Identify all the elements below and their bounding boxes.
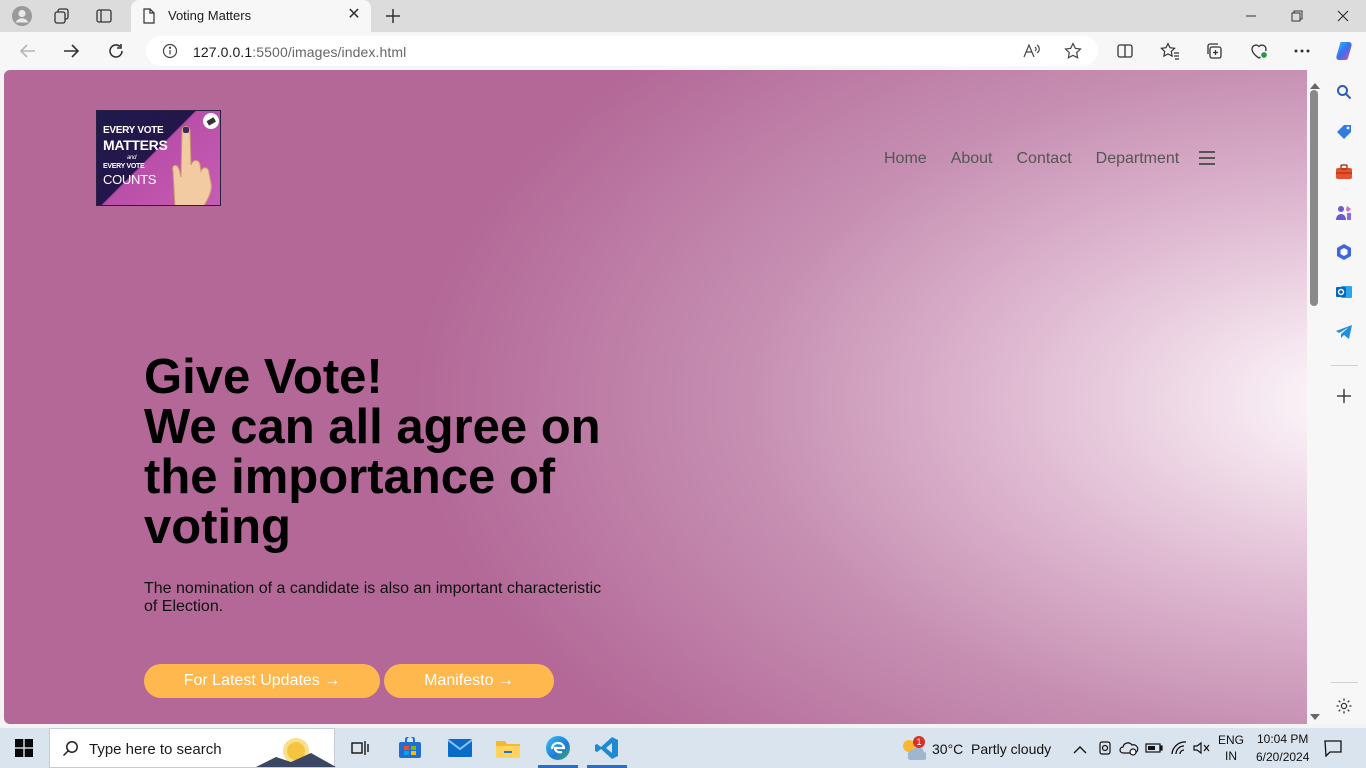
search-placeholder: Type here to search xyxy=(89,741,222,758)
wifi-icon[interactable] xyxy=(1170,740,1188,761)
back-icon[interactable] xyxy=(14,37,42,65)
voting-machine-icon xyxy=(203,113,219,129)
hero-title-line: Give Vote! xyxy=(144,350,383,404)
read-aloud-icon[interactable] xyxy=(1023,43,1041,64)
shopping-tag-icon[interactable] xyxy=(1334,122,1354,142)
microsoft-365-icon[interactable] xyxy=(1334,242,1354,262)
restore-button[interactable] xyxy=(1274,0,1320,32)
hero-title: Give Vote! We can all agree on the impor… xyxy=(144,352,664,552)
address-bar[interactable]: 127.0.0.1:5500/images/index.html xyxy=(146,36,1098,66)
url-path: :5500/images/index.html xyxy=(252,44,407,60)
windows-taskbar: Type here to search 1 30°C Partly cloudy xyxy=(0,728,1366,768)
file-explorer-icon[interactable] xyxy=(484,728,532,768)
hero-subtitle: The nomination of a candidate is also an… xyxy=(144,580,602,615)
logo-text-line: and xyxy=(127,155,137,161)
tab-actions-icon[interactable] xyxy=(92,4,116,28)
notifications-icon[interactable] xyxy=(1324,739,1342,762)
games-icon[interactable] xyxy=(1334,202,1354,222)
language-bottom[interactable]: IN xyxy=(1225,749,1237,763)
weather-temperature[interactable]: 30°C xyxy=(932,741,963,757)
copilot-icon[interactable] xyxy=(1330,37,1358,65)
close-window-button[interactable] xyxy=(1320,0,1366,32)
nav-home[interactable]: Home xyxy=(884,150,927,168)
search-highlight-image xyxy=(256,731,336,767)
browser-essentials-icon[interactable] xyxy=(1245,37,1273,65)
nav-department[interactable]: Department xyxy=(1096,150,1180,168)
scroll-down-icon[interactable] xyxy=(1310,707,1320,725)
windows-start-icon[interactable] xyxy=(0,728,48,768)
nav-contact[interactable]: Contact xyxy=(1017,150,1072,168)
site-info-icon[interactable] xyxy=(162,43,178,64)
collections-icon[interactable] xyxy=(1200,37,1228,65)
url-host: 127.0.0.1 xyxy=(193,44,253,60)
latest-updates-button[interactable]: For Latest Updates → xyxy=(144,664,380,698)
hero-title-line: the importance of xyxy=(144,450,556,504)
close-tab-icon[interactable]: ✕ xyxy=(345,6,363,24)
show-hidden-icons-chevron-icon[interactable] xyxy=(1073,742,1087,760)
search-icon xyxy=(62,740,79,762)
meet-now-icon[interactable] xyxy=(1098,740,1112,761)
new-tab-icon[interactable] xyxy=(381,4,405,28)
sidebar-settings-gear-icon[interactable] xyxy=(1334,696,1354,716)
browser-toolbar: 127.0.0.1:5500/images/index.html xyxy=(0,32,1366,70)
logo-text-line: EVERY VOTE xyxy=(103,163,145,170)
mail-icon[interactable] xyxy=(436,728,484,768)
weather-description[interactable]: Partly cloudy xyxy=(971,741,1051,757)
hamburger-menu-icon[interactable] xyxy=(1199,151,1215,165)
tab-title: Voting Matters xyxy=(168,8,252,23)
voting-finger-illustration xyxy=(172,126,212,205)
outlook-icon[interactable] xyxy=(1334,282,1354,302)
tools-briefcase-icon[interactable] xyxy=(1334,162,1354,182)
page-scrollbar[interactable] xyxy=(1307,70,1323,724)
manifesto-button[interactable]: Manifesto → xyxy=(384,664,554,698)
hero-title-line: voting xyxy=(144,500,291,554)
sidebar-divider xyxy=(1331,365,1358,366)
nav-about[interactable]: About xyxy=(951,150,993,168)
battery-icon[interactable] xyxy=(1145,741,1163,759)
browser-title-bar: Voting Matters ✕ xyxy=(0,0,1366,32)
site-logo[interactable]: EVERY VOTE MATTERS and EVERY VOTE COUNTS xyxy=(96,110,221,206)
url-text: 127.0.0.1:5500/images/index.html xyxy=(193,44,406,60)
favorites-icon[interactable] xyxy=(1156,37,1184,65)
hero-title-line: We can all agree on xyxy=(144,400,601,454)
search-icon[interactable] xyxy=(1334,82,1354,102)
refresh-icon[interactable] xyxy=(102,37,130,65)
page-file-icon xyxy=(142,8,156,29)
microsoft-store-icon[interactable] xyxy=(386,728,434,768)
sidebar-divider xyxy=(1331,682,1358,683)
clock-time[interactable]: 10:04 PM xyxy=(1257,732,1308,746)
volume-muted-icon[interactable] xyxy=(1192,740,1210,761)
add-sidebar-app-icon[interactable] xyxy=(1334,386,1354,406)
scroll-thumb[interactable] xyxy=(1310,90,1318,306)
task-view-icon[interactable] xyxy=(336,728,384,768)
split-screen-icon[interactable] xyxy=(1111,37,1139,65)
vs-code-icon[interactable] xyxy=(583,728,631,768)
language-top[interactable]: ENG xyxy=(1218,733,1244,747)
forward-icon[interactable] xyxy=(57,37,85,65)
taskbar-search-box[interactable]: Type here to search xyxy=(49,728,336,768)
telegram-send-icon[interactable] xyxy=(1334,322,1354,342)
weather-badge: 1 xyxy=(913,736,925,748)
onedrive-sync-icon[interactable] xyxy=(1119,740,1139,761)
main-nav: Home About Contact Department xyxy=(884,150,1203,168)
tab-voting-matters[interactable]: Voting Matters ✕ xyxy=(131,0,371,32)
workspaces-icon[interactable] xyxy=(50,4,74,28)
edge-sidebar xyxy=(1323,70,1366,724)
minimize-button[interactable] xyxy=(1228,0,1274,32)
profile-icon[interactable] xyxy=(10,4,34,28)
favorite-star-icon[interactable] xyxy=(1064,42,1082,65)
clock-date[interactable]: 6/20/2024 xyxy=(1256,750,1309,764)
logo-text-line: COUNTS xyxy=(103,172,157,187)
settings-more-icon[interactable] xyxy=(1288,37,1316,65)
edge-browser-icon[interactable] xyxy=(534,728,582,768)
web-page: EVERY VOTE MATTERS and EVERY VOTE COUNTS… xyxy=(4,70,1307,724)
